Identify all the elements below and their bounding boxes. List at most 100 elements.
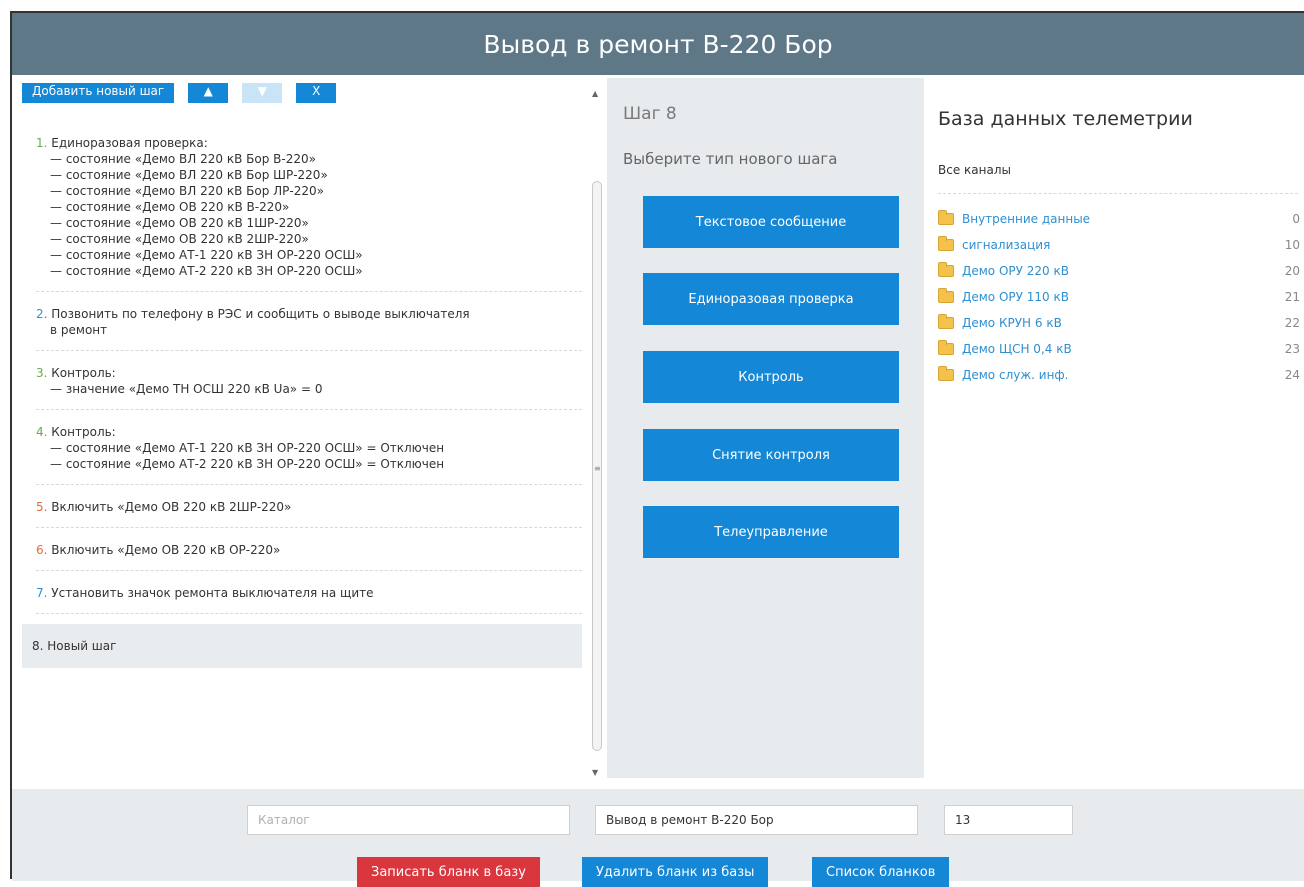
folder-icon (938, 314, 954, 329)
step-title: Новый шаг (47, 639, 117, 653)
step-item[interactable]: 2. Позвонить по телефону в РЭС и сообщит… (36, 302, 582, 351)
folder-item[interactable]: Демо КРУН 6 кВ 22 (938, 310, 1300, 336)
folder-name[interactable]: Внутренние данные (962, 212, 1292, 226)
step-type-prompt: Выберите тип нового шага (623, 150, 838, 168)
type-telecontrol-button[interactable]: Телеуправление (643, 506, 899, 558)
type-remove-control-button[interactable]: Снятие контроля (643, 429, 899, 481)
all-channels-label[interactable]: Все каналы (938, 163, 1011, 177)
folder-count: 23 (1284, 342, 1300, 356)
step-detail-line: — состояние «Демо АТ-2 220 кВ ЗН ОР-220 … (50, 264, 363, 278)
step-detail-line: — состояние «Демо ВЛ 220 кВ Бор ШР-220» (50, 168, 328, 182)
step-heading: 7. Установить значок ремонта выключателя… (36, 585, 572, 601)
bottom-bar: Каталог Вывод в ремонт В-220 Бор 13 Запи… (12, 789, 1304, 887)
step-heading: 1. Единоразовая проверка: (36, 135, 572, 151)
folder-count: 22 (1284, 316, 1300, 330)
type-text-message-button[interactable]: Текстовое сообщение (643, 196, 899, 248)
step-detail-line: в ремонт (50, 323, 108, 337)
step-detail-line: — значение «Демо ТН ОСШ 220 кВ Ua» = 0 (50, 382, 323, 396)
step-item[interactable]: 8. Новый шаг (22, 624, 582, 668)
step-detail-line: — состояние «Демо АТ-1 220 кВ ЗН ОР-220 … (50, 441, 445, 455)
step-item[interactable]: 5. Включить «Демо ОВ 220 кВ 2ШР-220» (36, 495, 582, 528)
step-item[interactable]: 7. Установить значок ремонта выключателя… (36, 581, 582, 614)
step-heading: 5. Включить «Демо ОВ 220 кВ 2ШР-220» (36, 499, 572, 515)
folder-name[interactable]: Демо ОРУ 220 кВ (962, 264, 1285, 278)
folder-count: 10 (1284, 238, 1300, 252)
step-heading: 2. Позвонить по телефону в РЭС и сообщит… (36, 306, 572, 322)
folder-name[interactable]: сигнализация (962, 238, 1285, 252)
step-title: Включить «Демо ОВ 220 кВ 2ШР-220» (51, 500, 292, 514)
step-detail-line: — состояние «Демо ВЛ 220 кВ Бор В-220» (50, 152, 316, 166)
step-item[interactable]: 1. Единоразовая проверка: — состояние «Де… (36, 131, 582, 292)
folder-count: 20 (1284, 264, 1300, 278)
app-frame: Вывод в ремонт В-220 Бор Добавить новый … (10, 11, 1304, 887)
folder-name[interactable]: Демо ЩСН 0,4 кВ (962, 342, 1285, 356)
folder-name[interactable]: Демо КРУН 6 кВ (962, 316, 1285, 330)
divider (938, 193, 1298, 194)
step-number: 6. (36, 543, 48, 557)
step-heading: 6. Включить «Демо ОВ 220 кВ ОР-220» (36, 542, 572, 558)
telemetry-title: База данных телеметрии (938, 108, 1193, 130)
scroll-up-arrow-icon[interactable]: ▲ (592, 89, 598, 98)
folder-icon (938, 288, 954, 303)
step-number: 8. (32, 639, 44, 653)
step-detail-line: — состояние «Демо АТ-1 220 кВ ЗН ОР-220 … (50, 248, 363, 262)
step-number: 5. (36, 500, 48, 514)
catalog-input[interactable]: Каталог (247, 805, 570, 835)
move-up-button[interactable]: ▲ (188, 83, 229, 103)
folder-count: 0 (1292, 212, 1300, 226)
window-title: Вывод в ремонт В-220 Бор (12, 13, 1304, 75)
folder-count: 24 (1284, 368, 1300, 382)
steps-list: 1. Единоразовая проверка: — состояние «Де… (22, 131, 582, 668)
scroll-down-arrow-icon[interactable]: ▼ (592, 768, 598, 777)
step-heading: 3. Контроль: (36, 365, 572, 381)
form-number-input[interactable]: 13 (944, 805, 1073, 835)
folder-icon (938, 236, 954, 251)
folder-icon (938, 340, 954, 355)
steps-scrollbar[interactable]: ▲ ≡ ▼ (590, 85, 604, 779)
telemetry-panel: База данных телеметрии Все каналы Внутре… (938, 78, 1304, 778)
folder-count: 21 (1284, 290, 1300, 304)
folder-name[interactable]: Демо ОРУ 110 кВ (962, 290, 1285, 304)
folder-name[interactable]: Демо служ. инф. (962, 368, 1285, 382)
folder-item[interactable]: Внутренние данные 0 (938, 206, 1300, 232)
step-title: Установить значок ремонта выключателя на… (51, 586, 374, 600)
move-down-button[interactable]: ▼ (242, 83, 283, 103)
current-step-title: Шаг 8 (623, 104, 677, 124)
step-title: Единоразовая проверка: (51, 136, 208, 150)
step-detail-line: — состояние «Демо ВЛ 220 кВ Бор ЛР-220» (50, 184, 324, 198)
delete-form-button[interactable]: Удалить бланк из базы (582, 857, 769, 887)
step-title: Контроль: (51, 425, 116, 439)
folder-item[interactable]: Демо ОРУ 110 кВ 21 (938, 284, 1300, 310)
step-item[interactable]: 3. Контроль: — значение «Демо ТН ОСШ 220 … (36, 361, 582, 410)
step-title: Позвонить по телефону в РЭС и сообщить о… (51, 307, 470, 321)
step-item[interactable]: 6. Включить «Демо ОВ 220 кВ ОР-220» (36, 538, 582, 571)
step-detail-line: — состояние «Демо ОВ 220 кВ 1ШР-220» (50, 216, 309, 230)
step-heading: 4. Контроль: (36, 424, 572, 440)
steps-toolbar: Добавить новый шаг ▲ ▼ X (22, 83, 582, 103)
step-number: 1. (36, 136, 48, 150)
save-form-button[interactable]: Записать бланк в базу (357, 857, 540, 887)
step-title: Включить «Демо ОВ 220 кВ ОР-220» (51, 543, 281, 557)
folder-item[interactable]: Демо служ. инф. 24 (938, 362, 1300, 388)
step-detail-line: — состояние «Демо ОВ 220 кВ 2ШР-220» (50, 232, 309, 246)
scroll-grip-icon: ≡ (594, 464, 601, 473)
folder-icon (938, 262, 954, 277)
add-step-button[interactable]: Добавить новый шаг (22, 83, 175, 103)
step-number: 4. (36, 425, 48, 439)
folder-item[interactable]: Демо ОРУ 220 кВ 20 (938, 258, 1300, 284)
step-title: Контроль: (51, 366, 116, 380)
type-single-check-button[interactable]: Единоразовая проверка (643, 273, 899, 325)
scroll-thumb[interactable]: ≡ (592, 181, 602, 751)
type-control-button[interactable]: Контроль (643, 351, 899, 403)
forms-list-button[interactable]: Список бланков (812, 857, 950, 887)
steps-panel: Добавить новый шаг ▲ ▼ X 1. Единоразовая… (22, 83, 582, 773)
step-number: 3. (36, 366, 48, 380)
folder-icon (938, 210, 954, 225)
step-type-panel: Шаг 8 Выберите тип нового шага Текстовое… (607, 78, 924, 778)
folder-item[interactable]: сигнализация 10 (938, 232, 1300, 258)
folder-item[interactable]: Демо ЩСН 0,4 кВ 23 (938, 336, 1300, 362)
form-name-input[interactable]: Вывод в ремонт В-220 Бор (595, 805, 918, 835)
step-detail-line: — состояние «Демо ОВ 220 кВ В-220» (50, 200, 290, 214)
delete-step-button[interactable]: X (296, 83, 337, 103)
step-item[interactable]: 4. Контроль: — состояние «Демо АТ-1 220 к… (36, 420, 582, 485)
